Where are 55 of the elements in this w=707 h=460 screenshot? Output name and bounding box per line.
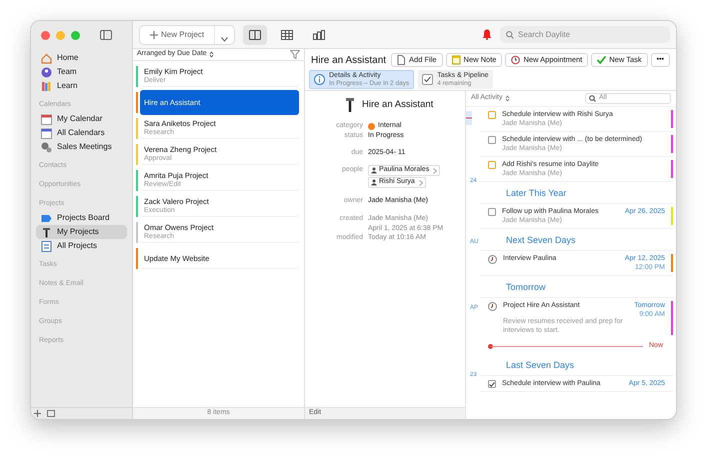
hammer-icon bbox=[345, 97, 355, 113]
team-icon bbox=[41, 66, 52, 78]
checkbox[interactable] bbox=[488, 136, 496, 144]
sidebar-item[interactable]: Projects Board bbox=[36, 211, 127, 225]
calendar-icon bbox=[41, 128, 52, 138]
search-icon bbox=[589, 95, 597, 102]
plus-icon bbox=[150, 30, 158, 38]
detail-title: Hire an Assistant bbox=[311, 54, 386, 68]
chevron-right-icon bbox=[418, 180, 423, 186]
checkbox-icon bbox=[422, 74, 434, 85]
clock-icon bbox=[488, 302, 497, 311]
person-icon bbox=[371, 179, 377, 186]
timeline-marker-icon bbox=[466, 111, 472, 125]
updown-icon bbox=[504, 95, 510, 102]
sidebar-item[interactable]: My Calendar bbox=[36, 112, 127, 126]
sidebar-item[interactable]: My Projects bbox=[36, 225, 127, 239]
section-heading: Next Seven Days bbox=[506, 234, 576, 247]
document-icon bbox=[397, 55, 406, 65]
chevron-down-icon bbox=[221, 36, 228, 42]
bell-icon[interactable] bbox=[482, 29, 492, 40]
section-heading: Last Seven Days bbox=[506, 358, 574, 372]
info-icon bbox=[314, 74, 325, 85]
chevron-right-icon bbox=[433, 168, 438, 174]
sidebar-item[interactable]: Sales Meetings bbox=[36, 140, 127, 154]
calendar-icon bbox=[41, 114, 52, 124]
sidebar-toggle-icon[interactable] bbox=[100, 30, 112, 40]
note-icon bbox=[452, 55, 461, 65]
plus-icon bbox=[34, 410, 41, 417]
updown-icon bbox=[208, 51, 214, 58]
section-heading: Tomorrow bbox=[506, 280, 546, 294]
sidebar-item[interactable]: Learn bbox=[36, 79, 127, 93]
checkmark-icon bbox=[597, 55, 606, 65]
filter-icon bbox=[290, 50, 300, 59]
clock-icon bbox=[511, 55, 520, 65]
clock-icon bbox=[488, 255, 497, 264]
section-heading: Later This Year bbox=[506, 186, 566, 200]
document-icon bbox=[41, 240, 52, 252]
checkbox[interactable] bbox=[488, 380, 496, 388]
record-name: Hire an Assistant bbox=[362, 98, 434, 112]
checkbox[interactable] bbox=[488, 161, 496, 169]
search-icon bbox=[506, 30, 514, 38]
house-icon bbox=[41, 52, 52, 64]
checkbox[interactable] bbox=[488, 208, 496, 216]
checkbox[interactable] bbox=[488, 111, 496, 119]
sidebar-item[interactable]: Home bbox=[36, 51, 127, 65]
search-field[interactable]: Search Daylite bbox=[500, 26, 670, 43]
books-icon bbox=[41, 80, 52, 92]
sidebar-item[interactable]: All Projects bbox=[36, 239, 127, 253]
sidebar-item[interactable]: Team bbox=[36, 65, 127, 79]
sidebar-item[interactable]: All Calendars bbox=[36, 126, 127, 140]
search-input[interactable]: Search Daylite bbox=[518, 28, 664, 40]
panel-icon bbox=[47, 410, 55, 417]
hammer-icon bbox=[41, 226, 52, 238]
person-icon bbox=[371, 167, 377, 174]
split-view-icon[interactable] bbox=[243, 24, 268, 44]
